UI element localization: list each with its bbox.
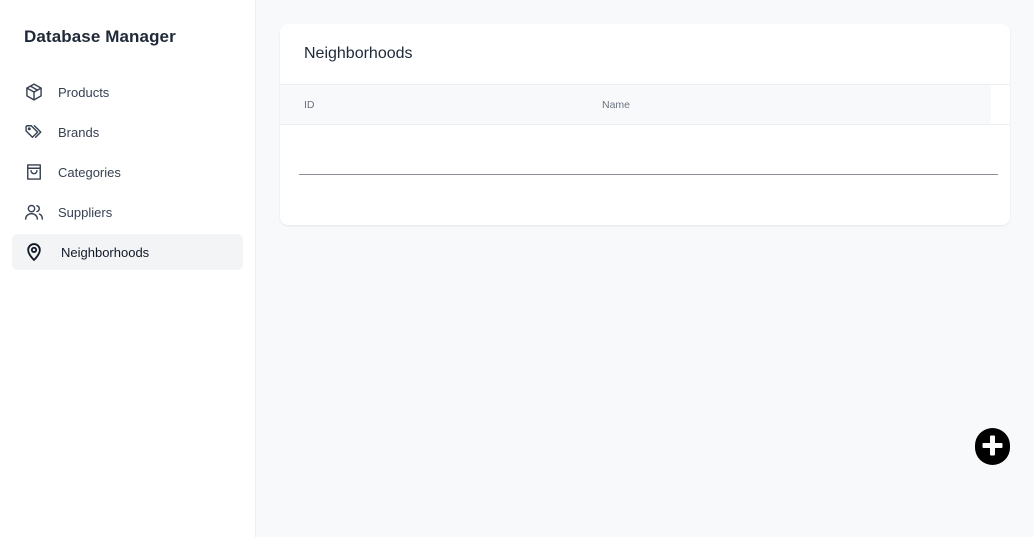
sidebar-item-label: Suppliers — [58, 204, 113, 220]
map-pin-icon — [24, 242, 44, 262]
sidebar-item-brands[interactable]: Brands — [12, 114, 243, 150]
neighborhoods-card: Neighborhoods ID Name — [280, 24, 1010, 225]
plus-circle-icon — [975, 427, 1010, 468]
sidebar-item-label: Brands — [58, 124, 100, 140]
sidebar-item-suppliers[interactable]: Suppliers — [12, 194, 243, 230]
table-header: ID Name — [280, 84, 991, 125]
main-content: Neighborhoods ID Name — [256, 0, 1034, 537]
app-root: Database Manager Products Brands Categor… — [0, 0, 1034, 537]
add-neighborhood-button[interactable] — [975, 427, 1010, 468]
tags-icon — [24, 122, 44, 142]
sidebar-item-label: Categories — [58, 164, 121, 180]
page-title: Neighborhoods — [304, 45, 413, 62]
column-header-id[interactable]: ID — [304, 99, 315, 111]
sidebar-item-label: Neighborhoods — [61, 244, 150, 260]
column-header-name[interactable]: Name — [602, 99, 630, 111]
sidebar-item-neighborhoods[interactable]: Neighborhoods — [12, 234, 243, 270]
package-icon — [24, 82, 44, 102]
sidebar-item-categories[interactable]: Categories — [12, 154, 243, 190]
users-icon — [24, 202, 44, 222]
app-title: Database Manager — [24, 27, 176, 46]
table-loading-indicator — [299, 174, 998, 175]
sidebar-item-products[interactable]: Products — [12, 74, 243, 110]
shopping-bag-icon — [24, 162, 44, 182]
sidebar-nav: Products Brands Categories Suppliers Nei… — [12, 74, 243, 274]
sidebar: Database Manager Products Brands Categor… — [0, 0, 256, 537]
sidebar-item-label: Products — [58, 84, 110, 100]
table-scrollbar-gutter — [991, 84, 1010, 125]
